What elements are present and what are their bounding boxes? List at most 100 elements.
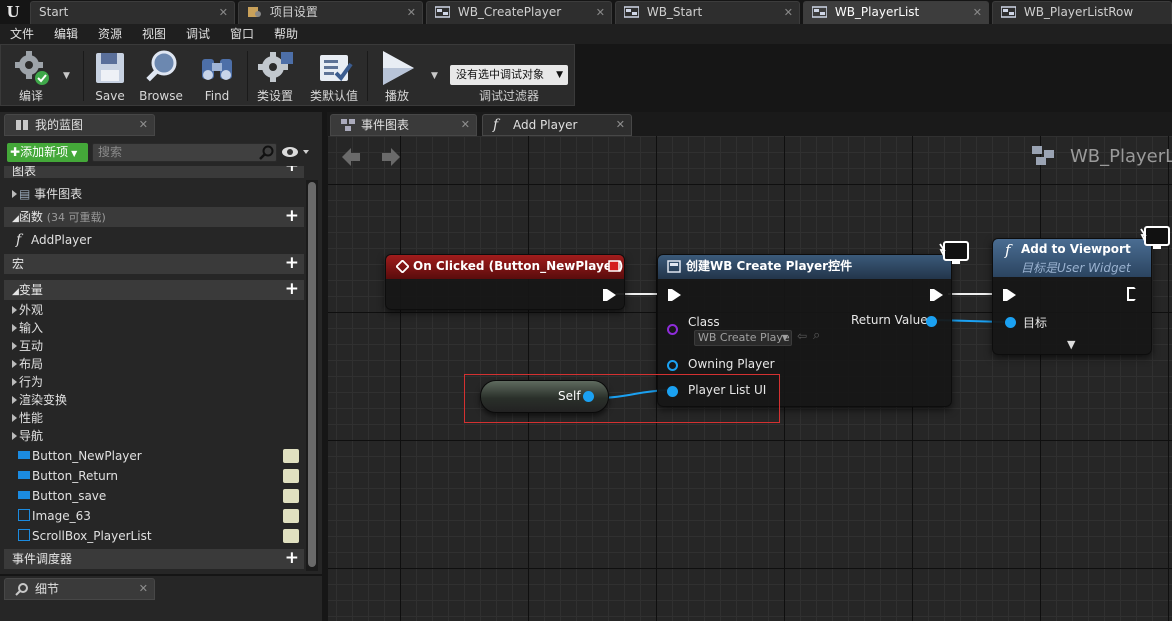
eye-visibility-icon[interactable] [283,469,299,483]
menu-file[interactable]: 文件 [10,24,34,44]
category-row[interactable]: 渲染变换 [4,391,304,409]
eye-visibility-icon[interactable] [283,509,299,523]
tree-event-graph[interactable]: ▤ 事件图表 [4,185,304,203]
exec-input-pin[interactable] [1003,289,1016,301]
search-input[interactable]: 搜索 [92,143,277,162]
tab-wb-playerlist[interactable]: WB_PlayerList ✕ [803,1,989,24]
tab-wb-createplayer[interactable]: WB_CreatePlayer ✕ [426,1,612,24]
tab-add-player[interactable]: f Add Player ✕ [482,114,632,136]
variable-row[interactable]: Image_63 [4,506,304,526]
plus-icon[interactable]: + [285,206,299,226]
plus-icon[interactable]: + [285,253,299,273]
class-defaults-button[interactable]: 类默认值 [305,47,363,105]
close-icon[interactable]: ✕ [219,2,228,23]
menu-edit[interactable]: 编辑 [54,24,78,44]
category-label: 行为 [19,375,44,389]
class-select[interactable]: WB Create Playe ▼ [694,330,792,346]
target-input-pin[interactable] [1005,317,1016,328]
close-icon[interactable]: ✕ [461,115,470,135]
category-row[interactable]: 互动 [4,337,304,355]
chevron-down-icon[interactable]: ▼ [431,71,438,81]
eye-visibility-icon[interactable] [283,449,299,463]
close-icon[interactable]: ✕ [139,115,148,135]
functions-section-header[interactable]: ◢函数 (34 可重载) + [4,206,304,227]
add-new-button[interactable]: ✚添加新项 ▼ [7,143,88,162]
save-button[interactable]: Save [89,47,131,105]
chevron-down-icon[interactable]: ▼ [63,71,70,81]
tab-event-graph[interactable]: 事件图表 ✕ [330,114,477,136]
eye-filter-icon[interactable] [281,145,311,159]
toolbar: 编译 ▼ Save Browse Find 类设置 类默认值 播放 ▼ 没有选中… [0,44,575,106]
menu-view[interactable]: 视图 [142,24,166,44]
compile-button[interactable]: 编译 [5,47,57,105]
category-row[interactable]: 布局 [4,355,304,373]
magnifier-browse-icon [146,50,177,82]
plus-icon[interactable]: + [285,166,299,175]
tab-my-blueprint[interactable]: 我的蓝图 ✕ [4,114,155,136]
tab-project-settings[interactable]: 项目设置 ✕ [238,1,423,24]
unreal-logo-icon[interactable]: U [0,0,26,24]
variable-row[interactable]: Button_save [4,486,304,506]
widget-blueprint-icon [624,6,639,18]
scrollbar-thumb[interactable] [308,182,316,567]
menu-asset[interactable]: 资源 [98,24,122,44]
graph-section-header[interactable]: 图表 + [4,166,304,178]
find-button[interactable]: Find [193,47,241,105]
left-panel-scrollbar[interactable] [306,180,318,571]
class-input-pin[interactable] [667,324,678,335]
class-defaults-label: 类默认值 [309,89,358,103]
category-row[interactable]: 输入 [4,319,304,337]
exec-output-pin[interactable] [1127,287,1140,301]
close-icon[interactable]: ✕ [616,115,625,135]
on-clicked-event-node[interactable]: On Clicked (Button_NewPlayer) [385,254,625,310]
close-icon[interactable]: ✕ [596,2,605,23]
menu-help[interactable]: 帮助 [274,24,298,44]
variables-section-header[interactable]: ◢变量 + [4,279,304,300]
category-row[interactable]: 导航 [4,427,304,445]
category-row[interactable]: 性能 [4,409,304,427]
exec-input-pin[interactable] [668,289,681,301]
event-dispatchers-section-header[interactable]: 事件调度器 + [4,548,304,569]
blueprint-graph-canvas[interactable]: WB_PlayerL On Clicked (Button_NewPlayer)… [328,136,1172,621]
compile-label: 编译 [18,89,43,103]
close-icon[interactable]: ✕ [973,2,982,23]
variable-row[interactable]: Button_Return [4,466,304,486]
tab-label: Add Player [513,118,578,132]
class-settings-button[interactable]: 类设置 [251,47,299,105]
tab-details[interactable]: 细节 ✕ [4,578,155,600]
tab-wb-start[interactable]: WB_Start ✕ [615,1,800,24]
expand-arrow-icon [12,306,17,314]
eye-visibility-icon[interactable] [283,489,299,503]
tab-wb-playerlistrow[interactable]: WB_PlayerListRow [992,1,1172,24]
advanced-expand-arrow-icon[interactable]: ▼ [1067,338,1075,351]
add-to-viewport-node[interactable]: Add to Viewport 目标是User Widget f 目标 ▼ [992,226,1170,355]
variable-row[interactable]: ScrollBox_PlayerList [4,526,304,546]
plus-icon[interactable]: + [285,279,299,299]
menu-window[interactable]: 窗口 [230,24,254,44]
exec-output-pin[interactable] [603,289,616,301]
return-value-pin[interactable] [926,316,937,327]
category-row[interactable]: 行为 [4,373,304,391]
variable-label: Button_NewPlayer [32,449,142,463]
tab-label: 项目设置 [269,5,318,19]
debug-object-select[interactable]: 没有选中调试对象 ▼ [450,65,568,85]
function-item-addplayer[interactable]: f AddPlayer [4,231,304,249]
play-button[interactable]: 播放 [371,47,423,105]
menu-debug[interactable]: 调试 [186,24,210,44]
macros-section-header[interactable]: 宏 + [4,253,304,274]
tab-start[interactable]: Start ✕ [30,1,235,24]
browse-button[interactable]: Browse [135,47,187,105]
variable-row[interactable]: Button_NewPlayer [4,446,304,466]
latent-monitor-icon [1140,226,1170,249]
exec-output-pin[interactable] [930,289,943,301]
category-row[interactable]: 外观 [4,301,304,319]
close-icon[interactable]: ✕ [784,2,793,23]
use-selected-arrow-icon[interactable]: ⇦ [797,329,807,343]
owning-player-pin[interactable] [667,360,678,371]
browse-asset-icon[interactable]: ⌕ [813,328,820,343]
variable-label: Image_63 [32,509,91,523]
close-icon[interactable]: ✕ [139,579,148,599]
eye-visibility-icon[interactable] [283,529,299,543]
close-icon[interactable]: ✕ [407,2,416,23]
plus-icon[interactable]: + [285,548,299,568]
